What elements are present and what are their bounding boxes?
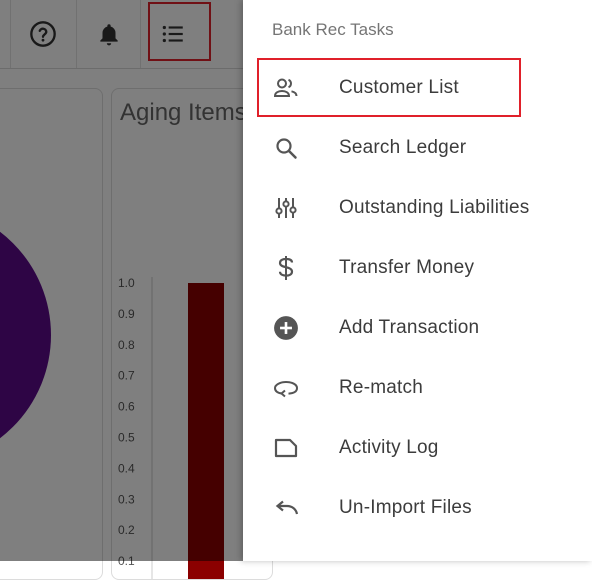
add-circle-icon	[271, 313, 301, 343]
customer-list-highlight	[257, 58, 521, 117]
loop-icon	[271, 373, 301, 403]
menu-label-transfer-money: Transfer Money	[339, 257, 475, 278]
menu-label-un-import-files: Un-Import Files	[339, 497, 472, 518]
undo-icon	[271, 493, 301, 523]
menu-label-outstanding-liabilities: Outstanding Liabilities	[339, 197, 530, 218]
menu-item-transfer-money[interactable]: Transfer Money	[243, 238, 592, 298]
drawer-title: Bank Rec Tasks	[272, 20, 394, 39]
menu-item-re-match[interactable]: Re-match	[243, 358, 592, 418]
search-icon	[271, 133, 301, 163]
menu-item-add-transaction[interactable]: Add Transaction	[243, 298, 592, 358]
sliders-icon	[271, 193, 301, 223]
dollar-icon	[271, 253, 301, 283]
menu-item-search-ledger[interactable]: Search Ledger	[243, 118, 592, 178]
menu-item-outstanding-liabilities[interactable]: Outstanding Liabilities	[243, 178, 592, 238]
label-icon	[271, 433, 301, 463]
menu-item-un-import-files[interactable]: Un-Import Files	[243, 478, 592, 538]
modal-overlay[interactable]	[0, 0, 243, 561]
menu-label-search-ledger: Search Ledger	[339, 137, 467, 158]
bank-rec-tasks-drawer: Bank Rec Tasks Customer List Search Ledg…	[243, 0, 592, 561]
menu-label-re-match: Re-match	[339, 377, 423, 398]
menu-label-add-transaction: Add Transaction	[339, 317, 480, 338]
menu-item-activity-log[interactable]: Activity Log	[243, 418, 592, 478]
menu-label-activity-log: Activity Log	[339, 437, 439, 458]
